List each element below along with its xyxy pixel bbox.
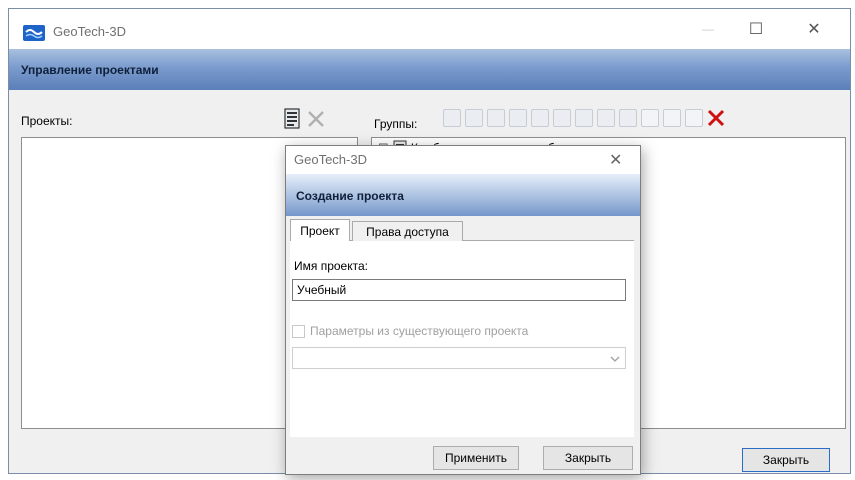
dialog-close-button[interactable]: Закрыть [543, 446, 633, 470]
create-project-dialog: GeoTech-3D ✕ Создание проекта Проект Пра… [285, 145, 641, 475]
toolbar-doc-icon[interactable] [597, 109, 615, 127]
toolbar-doc-icon[interactable] [575, 109, 593, 127]
dialog-close-icon[interactable]: ✕ [609, 150, 622, 170]
header-band: Управление проектами [9, 49, 850, 90]
tab-project[interactable]: Проект [290, 219, 350, 241]
dialog-title: GeoTech-3D [294, 152, 367, 167]
toolbar-doc-icon[interactable] [487, 109, 505, 127]
project-name-input[interactable] [292, 279, 626, 301]
apply-button[interactable]: Применить [433, 446, 519, 470]
toolbar-doc-icon[interactable] [465, 109, 483, 127]
delete-group-button[interactable] [707, 109, 725, 127]
params-checkbox[interactable] [292, 325, 305, 338]
dialog-title-bar[interactable]: GeoTech-3D ✕ [286, 146, 640, 174]
new-document-icon [284, 108, 300, 129]
app-logo-icon [23, 25, 45, 41]
toolbar-page-icon[interactable] [641, 109, 659, 127]
toolbar-doc-icon[interactable] [443, 109, 461, 127]
close-icon: ✕ [807, 21, 821, 38]
tab-access-rights[interactable]: Права доступа [352, 221, 463, 241]
new-project-button[interactable] [283, 108, 303, 130]
toolbar-doc-icon[interactable] [531, 109, 549, 127]
maximize-button[interactable]: ☐ [733, 9, 779, 49]
minimize-button[interactable]: — [685, 9, 731, 49]
dialog-heading: Создание проекта [296, 189, 404, 203]
close-button[interactable]: Закрыть [742, 448, 830, 472]
delete-x-icon [707, 109, 725, 127]
window-title: GeoTech-3D [53, 24, 126, 39]
title-bar[interactable]: GeoTech-3D — ☐ ✕ [9, 9, 850, 49]
close-window-button[interactable]: ✕ [791, 9, 837, 49]
params-checkbox-label: Параметры из существующего проекта [310, 324, 529, 338]
project-name-label: Имя проекта: [294, 259, 368, 273]
chevron-down-icon [610, 356, 620, 362]
delete-x-icon [308, 111, 324, 127]
dialog-header: Создание проекта [286, 174, 640, 216]
page-title: Управление проектами [21, 63, 159, 77]
groups-label: Группы: [374, 117, 418, 131]
projects-label: Проекты: [21, 114, 73, 128]
maximize-icon: ☐ [748, 21, 764, 38]
toolbar-page-icon[interactable] [685, 109, 703, 127]
minimize-icon: — [702, 22, 714, 36]
toolbar-doc-icon[interactable] [509, 109, 527, 127]
toolbar-doc-icon[interactable] [553, 109, 571, 127]
existing-project-select[interactable] [292, 347, 626, 369]
delete-project-button[interactable] [307, 110, 325, 128]
toolbar-page-icon[interactable] [663, 109, 681, 127]
toolbar-doc-icon[interactable] [619, 109, 637, 127]
